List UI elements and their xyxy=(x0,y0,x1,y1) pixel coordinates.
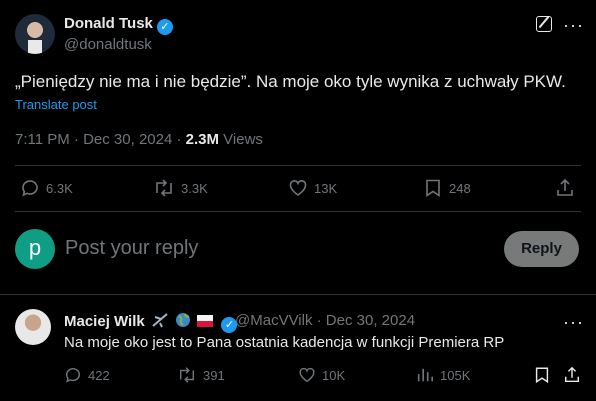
repost-count: 3.3K xyxy=(181,180,208,196)
translate-link[interactable]: Translate post xyxy=(15,97,97,112)
divider xyxy=(0,294,596,295)
reply-icon xyxy=(22,180,38,197)
views-label: Views xyxy=(219,131,263,148)
commenter-handle-line: @MacVVilk · Dec 30, 2024 xyxy=(235,312,415,329)
comment-like-action[interactable]: 10K xyxy=(298,366,345,384)
commenter-name[interactable]: Maciej Wilk ✓ xyxy=(64,312,238,333)
divider xyxy=(15,211,581,212)
like-action[interactable]: 13K xyxy=(288,178,337,198)
heart-icon xyxy=(299,367,315,383)
divider xyxy=(15,165,581,166)
globe-icon xyxy=(176,313,191,327)
comment-like-count: 10K xyxy=(322,367,346,383)
like-count: 13K xyxy=(314,180,338,196)
reply-action[interactable]: 6.3K xyxy=(20,178,73,198)
tweet-text: „Pieniędzy nie ma i nie będzie”. Na moje… xyxy=(15,72,566,91)
views-icon xyxy=(417,368,434,382)
grok-edit-icon[interactable] xyxy=(536,16,552,32)
bookmark-icon xyxy=(535,367,549,384)
comment-repost-action[interactable]: 391 xyxy=(177,366,225,384)
share-action[interactable] xyxy=(555,178,575,198)
comment-views-count: 105K xyxy=(440,367,471,383)
views-count: 2.3M xyxy=(185,131,219,148)
bookmark-action[interactable]: 248 xyxy=(423,178,471,198)
commenter-avatar[interactable] xyxy=(15,309,51,345)
author-handle[interactable]: @donaldtusk xyxy=(64,36,152,53)
poland-flag-icon xyxy=(197,315,214,327)
comment-reply-count: 422 xyxy=(88,367,110,383)
reply-input[interactable]: Post your reply xyxy=(65,237,198,260)
more-options-icon[interactable]: ··· xyxy=(563,16,584,34)
verified-badge-icon: ✓ xyxy=(156,19,173,35)
author-name-text[interactable]: Donald Tusk xyxy=(64,15,153,32)
bookmark-count: 248 xyxy=(449,180,471,196)
author-avatar[interactable] xyxy=(15,14,55,54)
tweet-meta: 7:11 PM · Dec 30, 2024 · 2.3M Views xyxy=(15,131,263,148)
comment-bookmark-action[interactable] xyxy=(533,366,551,384)
share-icon xyxy=(564,366,580,383)
author-name[interactable]: Donald Tusk ✓ xyxy=(64,15,173,35)
bookmark-icon xyxy=(426,179,440,197)
comment-share-action[interactable] xyxy=(563,366,581,384)
share-icon xyxy=(557,178,573,196)
reply-button[interactable]: Reply xyxy=(504,231,579,267)
tweet-time[interactable]: 7:11 PM · Dec 30, 2024 · xyxy=(15,131,186,148)
repost-icon xyxy=(179,367,195,383)
reply-icon xyxy=(65,368,80,383)
reply-count: 6.3K xyxy=(46,180,73,196)
commenter-name-text[interactable]: Maciej Wilk xyxy=(64,313,145,330)
composer-avatar[interactable]: p xyxy=(15,229,55,269)
commenter-handle[interactable]: @MacVVilk xyxy=(235,312,312,329)
repost-action[interactable]: 3.3K xyxy=(153,178,208,198)
airplane-icon xyxy=(152,313,168,328)
comment-text: Na moje oko jest to Pana ostatnia kadenc… xyxy=(64,334,505,351)
comment-reply-action[interactable]: 422 xyxy=(64,366,110,384)
repost-icon xyxy=(156,179,172,197)
comment-date[interactable]: · Dec 30, 2024 xyxy=(312,312,415,329)
comment-repost-count: 391 xyxy=(203,367,225,383)
comment-more-icon[interactable]: ··· xyxy=(563,313,584,331)
comment-views-action[interactable]: 105K xyxy=(416,366,470,384)
heart-icon xyxy=(289,180,307,196)
